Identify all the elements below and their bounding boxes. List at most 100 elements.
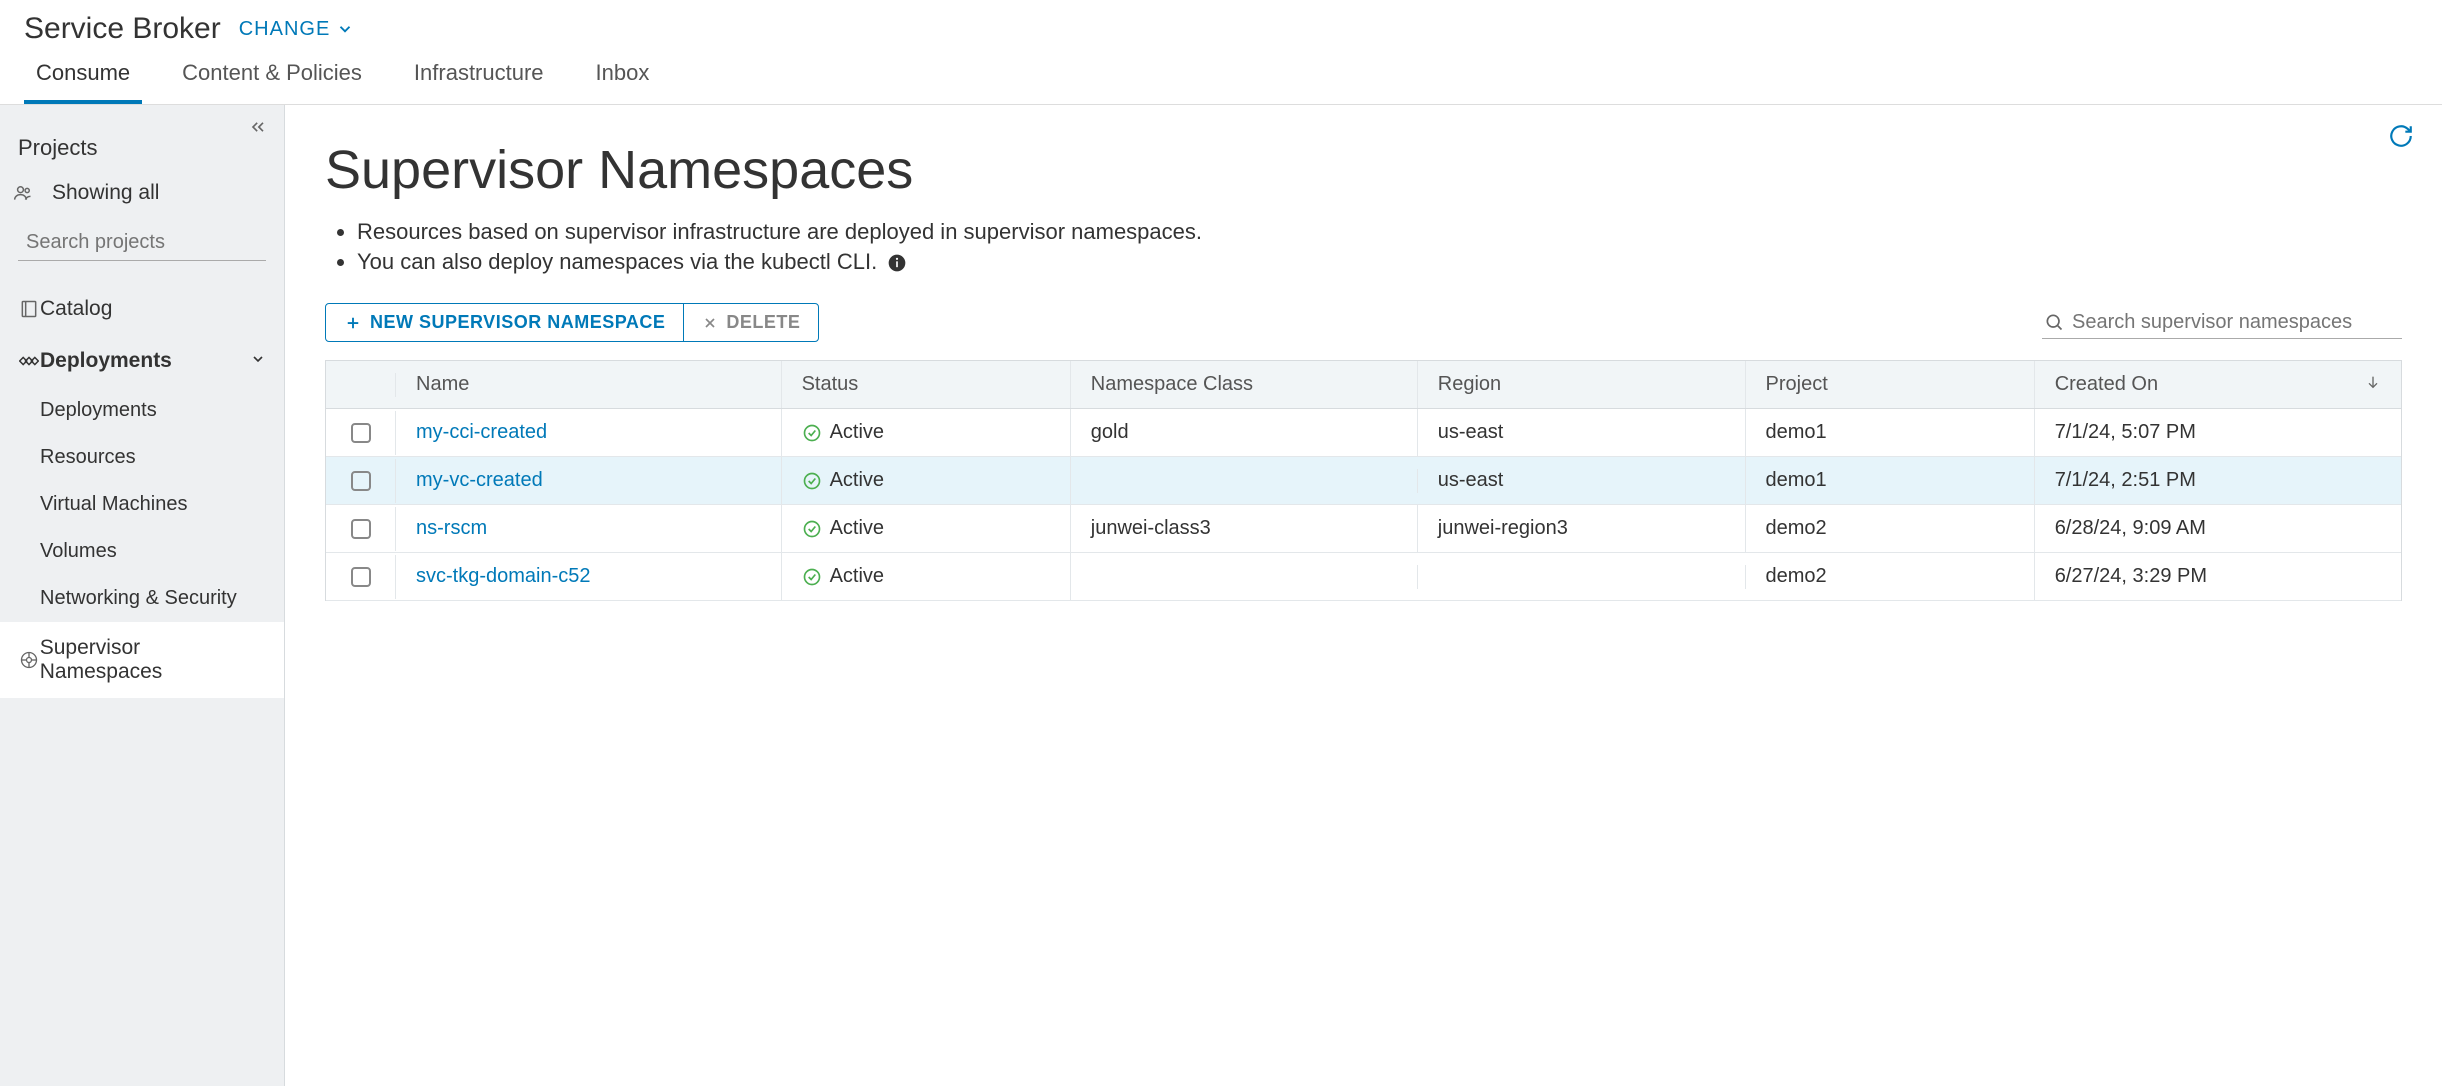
row-namespace-class: gold: [1071, 409, 1418, 456]
sidebar-sub-vms[interactable]: Virtual Machines: [0, 481, 284, 528]
table-row[interactable]: ns-rscmActivejunwei-class3junwei-region3…: [326, 505, 2401, 553]
row-project: demo1: [1746, 457, 2035, 504]
refresh-icon: [2388, 123, 2414, 149]
sidebar-sub-resources[interactable]: Resources: [0, 434, 284, 481]
supervisor-label: Supervisor Namespaces: [40, 636, 266, 684]
tab-infrastructure[interactable]: Infrastructure: [402, 50, 556, 104]
row-project: demo2: [1746, 505, 2035, 552]
check-circle-icon: [802, 567, 822, 587]
row-name-link[interactable]: my-vc-created: [396, 457, 782, 504]
row-project: demo2: [1746, 553, 2035, 600]
row-name-link[interactable]: ns-rscm: [396, 505, 782, 552]
table-row[interactable]: my-vc-createdActiveus-eastdemo17/1/24, 2…: [326, 457, 2401, 505]
col-region[interactable]: Region: [1418, 361, 1746, 408]
col-checkbox: [326, 373, 396, 397]
row-created-on: 6/28/24, 9:09 AM: [2035, 505, 2401, 552]
col-class[interactable]: Namespace Class: [1071, 361, 1418, 408]
row-namespace-class: [1071, 469, 1418, 493]
row-created-on: 7/1/24, 5:07 PM: [2035, 409, 2401, 456]
check-circle-icon: [802, 423, 822, 443]
tab-inbox[interactable]: Inbox: [584, 50, 662, 104]
sidebar-item-supervisor-namespaces[interactable]: Supervisor Namespaces: [0, 622, 284, 698]
sort-descending-icon: [2365, 373, 2381, 396]
row-status: Active: [782, 553, 1071, 600]
row-checkbox[interactable]: [351, 471, 371, 491]
row-region: us-east: [1418, 409, 1746, 456]
supervisor-namespaces-table: Name Status Namespace Class Region Proje…: [325, 360, 2402, 601]
close-icon: [702, 315, 718, 331]
sidebar-showing-all[interactable]: Showing all: [0, 169, 284, 217]
desc-line-2: You can also deploy namespaces via the k…: [357, 249, 2442, 275]
desc-line-1: Resources based on supervisor infrastruc…: [357, 219, 2442, 245]
sidebar-sub-networking[interactable]: Networking & Security: [0, 575, 284, 622]
delete-button[interactable]: DELETE: [683, 304, 818, 341]
row-namespace-class: [1071, 565, 1418, 589]
col-status[interactable]: Status: [782, 361, 1071, 408]
refresh-button[interactable]: [2388, 123, 2414, 154]
row-checkbox[interactable]: [351, 519, 371, 539]
users-icon: [18, 182, 40, 204]
row-status: Active: [782, 409, 1071, 456]
table-row[interactable]: my-cci-createdActivegoldus-eastdemo17/1/…: [326, 409, 2401, 457]
new-btn-label: NEW SUPERVISOR NAMESPACE: [370, 312, 665, 333]
chevron-down-icon: [336, 20, 354, 38]
collapse-sidebar-button[interactable]: [244, 113, 272, 141]
page-title: Supervisor Namespaces: [285, 139, 2442, 219]
table-row[interactable]: svc-tkg-domain-c52Active demo26/27/24, 3:…: [326, 553, 2401, 601]
deployments-icon: [18, 350, 40, 372]
sidebar: Projects Showing all Catalog Deployments: [0, 105, 285, 1086]
sidebar-search-input[interactable]: [26, 231, 291, 254]
row-checkbox-cell: [326, 411, 396, 455]
row-checkbox[interactable]: [351, 567, 371, 587]
action-button-group: NEW SUPERVISOR NAMESPACE DELETE: [325, 303, 819, 342]
row-status: Active: [782, 457, 1071, 504]
row-checkbox-cell: [326, 459, 396, 503]
row-checkbox-cell: [326, 555, 396, 599]
col-name[interactable]: Name: [396, 361, 782, 408]
catalog-icon: [18, 298, 40, 320]
sidebar-search-projects[interactable]: [18, 225, 266, 261]
row-name-link[interactable]: svc-tkg-domain-c52: [396, 553, 782, 600]
new-supervisor-namespace-button[interactable]: NEW SUPERVISOR NAMESPACE: [326, 304, 683, 341]
col-project[interactable]: Project: [1746, 361, 2035, 408]
table-header-row: Name Status Namespace Class Region Proje…: [326, 361, 2401, 409]
row-region: us-east: [1418, 457, 1746, 504]
table-search-input[interactable]: [2072, 311, 2400, 334]
deployments-label: Deployments: [40, 349, 172, 373]
sidebar-sub-deployments[interactable]: Deployments: [0, 387, 284, 434]
tab-content-policies[interactable]: Content & Policies: [170, 50, 374, 104]
change-label: CHANGE: [239, 18, 331, 41]
row-status: Active: [782, 505, 1071, 552]
catalog-label: Catalog: [40, 297, 112, 321]
showing-all-label: Showing all: [52, 181, 159, 205]
row-region: [1418, 565, 1746, 589]
namespace-icon: [18, 649, 40, 671]
row-checkbox-cell: [326, 507, 396, 551]
sidebar-projects-label: Projects: [0, 105, 284, 169]
chevron-double-left-icon: [248, 117, 268, 137]
sidebar-sub-volumes[interactable]: Volumes: [0, 528, 284, 575]
info-icon[interactable]: [887, 253, 907, 273]
app-title: Service Broker: [24, 12, 221, 46]
row-name-link[interactable]: my-cci-created: [396, 409, 782, 456]
delete-btn-label: DELETE: [726, 312, 800, 333]
change-app-link[interactable]: CHANGE: [239, 18, 355, 41]
col-created[interactable]: Created On: [2035, 361, 2401, 408]
row-checkbox[interactable]: [351, 423, 371, 443]
check-circle-icon: [802, 519, 822, 539]
row-region: junwei-region3: [1418, 505, 1746, 552]
table-search[interactable]: [2042, 307, 2402, 339]
sidebar-item-deployments[interactable]: Deployments: [0, 335, 284, 387]
row-project: demo1: [1746, 409, 2035, 456]
tab-consume[interactable]: Consume: [24, 50, 142, 104]
page-description: Resources based on supervisor infrastruc…: [285, 219, 2442, 303]
check-circle-icon: [802, 471, 822, 491]
sidebar-item-catalog[interactable]: Catalog: [0, 283, 284, 335]
top-header: Service Broker CHANGE: [0, 0, 2442, 50]
row-namespace-class: junwei-class3: [1071, 505, 1418, 552]
main-content: Supervisor Namespaces Resources based on…: [285, 105, 2442, 1086]
search-icon: [2044, 312, 2064, 332]
plus-icon: [344, 314, 362, 332]
row-created-on: 6/27/24, 3:29 PM: [2035, 553, 2401, 600]
table-action-row: NEW SUPERVISOR NAMESPACE DELETE: [285, 303, 2442, 360]
